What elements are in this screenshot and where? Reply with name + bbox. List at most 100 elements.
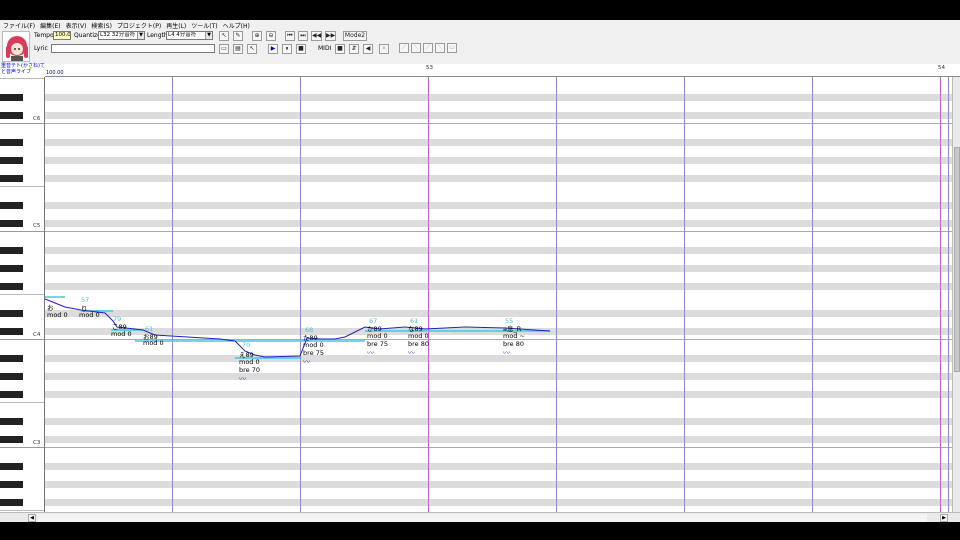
- bar-number: 54: [938, 65, 945, 71]
- midi-stop-button[interactable]: ■: [335, 44, 345, 54]
- pitch-tool-4-button[interactable]: ⟍: [435, 43, 445, 53]
- black-key[interactable]: [0, 139, 23, 146]
- lyric-input[interactable]: [51, 44, 215, 53]
- black-key[interactable]: [0, 283, 23, 290]
- octave-label-c5: C5: [33, 223, 41, 229]
- note-param: bre 80: [503, 340, 524, 348]
- key-divider: [0, 231, 44, 232]
- singer-name[interactable]: 重音テト(かさね)てと音声ライブ: [0, 63, 45, 77]
- chevron-right-icon: ▶: [942, 515, 946, 521]
- note-param: mod 0: [143, 339, 164, 347]
- zoom-out-button[interactable]: ⊖: [266, 31, 276, 41]
- arrow-tool-button[interactable]: ↖: [219, 31, 229, 41]
- black-key[interactable]: [0, 310, 23, 317]
- quantize-value: L32 32分音符: [100, 32, 136, 38]
- zoom-in-icon: ⊕: [254, 32, 260, 39]
- pencil-tool-button[interactable]: ✎: [233, 31, 243, 41]
- forward-end-button[interactable]: ⏭: [298, 31, 308, 41]
- quantize-select[interactable]: L32 32分音符 ▼: [98, 31, 145, 40]
- forward-button[interactable]: ▶▶: [325, 31, 337, 41]
- menu-help[interactable]: ヘルプ(H): [223, 21, 250, 30]
- black-key[interactable]: [0, 463, 23, 470]
- zoom-out-icon: ⊖: [268, 32, 274, 39]
- black-key[interactable]: [0, 247, 23, 254]
- note-param: mod 0: [408, 332, 429, 340]
- black-key[interactable]: [0, 94, 23, 101]
- select-icon: ▤: [235, 45, 241, 52]
- black-key[interactable]: [0, 112, 23, 119]
- length-select[interactable]: L4 4分音符 ▼: [166, 31, 213, 40]
- pause-button[interactable]: ⏸: [282, 44, 292, 54]
- octave-label-c6: C6: [33, 116, 41, 122]
- menu-edit[interactable]: 編集(E): [40, 21, 60, 30]
- black-key[interactable]: [0, 499, 23, 506]
- black-key[interactable]: [0, 202, 23, 209]
- pitch-tool-5-button[interactable]: ▭: [447, 43, 457, 53]
- stop-icon: ■: [337, 45, 343, 52]
- menu-search[interactable]: 検索(S): [91, 21, 112, 30]
- pause-icon: ⏸: [285, 45, 289, 52]
- horizontal-scrollbar[interactable]: ◀ ▶: [0, 512, 960, 522]
- tempo-marker[interactable]: 100.00: [46, 70, 64, 76]
- insert-button[interactable]: ▭: [219, 44, 229, 54]
- midi-step-button[interactable]: ⇵: [349, 44, 359, 54]
- app-window: ファイル(F) 編集(E) 表示(V) 検索(S) プロジェクト(P) 再生(L…: [0, 20, 960, 522]
- key-divider: [0, 402, 44, 403]
- tempo-input[interactable]: 100.0: [53, 31, 71, 40]
- menu-project[interactable]: プロジェクト(P): [117, 21, 161, 30]
- note-param: mod 0: [239, 358, 260, 366]
- stop-button[interactable]: ■: [296, 44, 306, 54]
- mode-button[interactable]: Mode2: [343, 31, 367, 41]
- black-key[interactable]: [0, 220, 23, 227]
- midi-back-button[interactable]: ◀: [363, 44, 373, 54]
- pitch-tool-1-button[interactable]: ⟋: [399, 43, 409, 53]
- play-button[interactable]: ▶: [268, 44, 278, 54]
- black-key[interactable]: [0, 391, 23, 398]
- menu-play[interactable]: 再生(L): [166, 21, 186, 30]
- forward-end-icon: ⏭: [300, 32, 306, 39]
- vertical-scroll-thumb[interactable]: [954, 147, 960, 372]
- bar-ruler[interactable]: 53 54: [45, 64, 960, 77]
- menu-tools[interactable]: ツール(T): [191, 21, 217, 30]
- rewind-button[interactable]: ◀◀: [311, 31, 323, 41]
- select-all-button[interactable]: ▤: [233, 44, 243, 54]
- black-key[interactable]: [0, 373, 23, 380]
- stop-icon: ■: [298, 45, 304, 52]
- piano-roll-grid[interactable]: お mod 0 57 り mod 0 79 こ89 mod 0 61 お89 m…: [45, 77, 952, 512]
- rewind-icon: ◀◀: [312, 32, 322, 39]
- rewind-start-button[interactable]: ⏮: [285, 31, 295, 41]
- note-param: bre 75: [367, 340, 388, 348]
- midi-erase-button[interactable]: ✕: [379, 44, 389, 54]
- note-param: mod 0: [303, 341, 324, 349]
- black-key[interactable]: [0, 175, 23, 182]
- black-key[interactable]: [0, 481, 23, 488]
- scroll-left-button[interactable]: ◀: [28, 514, 36, 522]
- black-key[interactable]: [0, 355, 23, 362]
- zoom-in-button[interactable]: ⊕: [252, 31, 262, 41]
- pitch-tool-icon: ⟋: [425, 44, 431, 51]
- pointer-icon: ↖: [249, 45, 255, 52]
- pitch-tool-3-button[interactable]: ⟋: [423, 43, 433, 53]
- horizontal-scroll-track[interactable]: [37, 514, 927, 522]
- black-key[interactable]: [0, 328, 23, 335]
- quantize-label: Quantize: [74, 32, 101, 39]
- step-icon: ⇵: [351, 45, 357, 52]
- back-icon: ◀: [365, 45, 371, 52]
- menu-file[interactable]: ファイル(F): [3, 21, 35, 30]
- black-key[interactable]: [0, 436, 23, 443]
- pointer-button[interactable]: ↖: [247, 44, 257, 54]
- black-key[interactable]: [0, 157, 23, 164]
- key-divider: [0, 510, 44, 511]
- octave-label-c3: C3: [33, 440, 41, 446]
- menu-view[interactable]: 表示(V): [66, 21, 87, 30]
- piano-keyboard[interactable]: C6 C5 C4 C3: [0, 77, 45, 512]
- rewind-start-icon: ⏮: [287, 32, 293, 39]
- avatar-illustration: [3, 32, 29, 61]
- black-key[interactable]: [0, 418, 23, 425]
- black-key[interactable]: [0, 265, 23, 272]
- vertical-scrollbar[interactable]: [952, 77, 960, 512]
- singer-avatar[interactable]: [2, 31, 30, 62]
- scroll-right-button[interactable]: ▶: [940, 514, 948, 522]
- arrow-tool-icon: ↖: [221, 32, 227, 39]
- pitch-tool-2-button[interactable]: ⟍: [411, 43, 421, 53]
